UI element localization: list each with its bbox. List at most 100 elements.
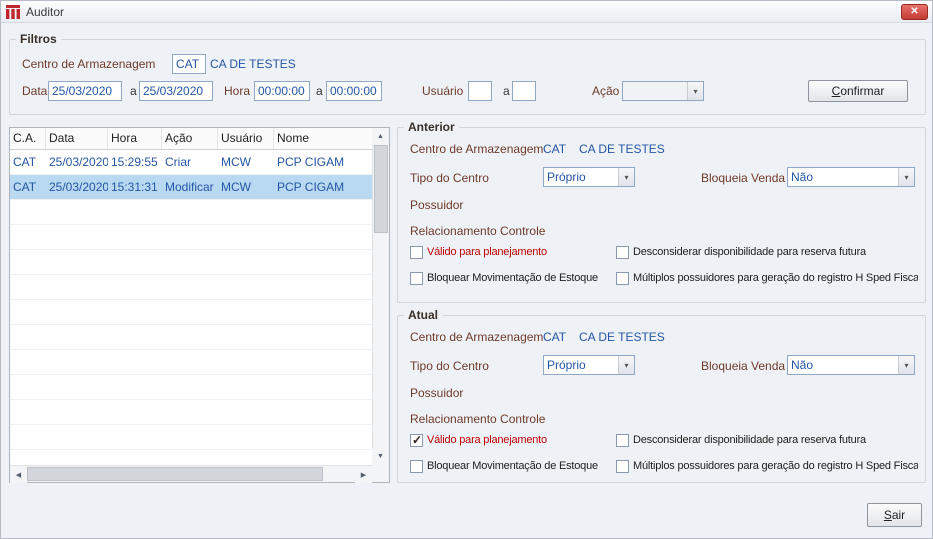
multiplos-possuidores-checkbox[interactable]: Múltiplos possuidores para geração do re… [616, 460, 918, 473]
empty-grid-row [10, 450, 372, 465]
checkbox-label: Válido para planejamento [427, 246, 547, 258]
column-header-hora[interactable]: Hora [108, 128, 162, 149]
centro-armazenagem-input[interactable] [172, 54, 206, 74]
cell-ca: CAT [13, 180, 37, 194]
range-separator: a [130, 84, 137, 98]
column-header-usuario[interactable]: Usuário [218, 128, 274, 149]
hora-from-input[interactable] [254, 81, 310, 101]
checkbox-box[interactable] [616, 460, 629, 473]
tipo-centro-select[interactable]: Próprio ▾ [543, 167, 635, 187]
column-header-data[interactable]: Data [46, 128, 108, 149]
checkbox-label: Múltiplos possuidores para geração do re… [633, 460, 918, 472]
tipo-centro-label: Tipo do Centro [410, 171, 489, 185]
vertical-scrollbar-thumb[interactable] [374, 145, 388, 233]
empty-grid-row [10, 250, 372, 275]
bloqueia-venda-select[interactable]: Não ▾ [787, 355, 915, 375]
bloqueia-venda-select[interactable]: Não ▾ [787, 167, 915, 187]
empty-grid-row [10, 200, 372, 225]
desconsiderar-disponibilidade-checkbox[interactable]: Desconsiderar disponibilidade para reser… [616, 434, 918, 447]
usuario-label: Usuário [422, 84, 464, 98]
chevron-down-icon: ▾ [618, 168, 634, 186]
table-row[interactable]: CAT 25/03/2020 15:31:31 Modificar MCW PC… [10, 175, 372, 200]
empty-grid-row [10, 425, 372, 450]
checkbox-label: Válido para planejamento [427, 434, 547, 446]
scroll-up-icon[interactable]: ▲ [372, 128, 389, 145]
cell-hora: 15:31:31 [111, 180, 158, 194]
cell-data: 25/03/2020 [49, 180, 108, 194]
tipo-centro-value: Próprio [547, 170, 586, 184]
tipo-centro-select[interactable]: Próprio ▾ [543, 355, 635, 375]
valido-planejamento-checkbox[interactable]: Válido para planejamento [410, 246, 547, 259]
relacionamento-controle-label: Relacionamento Controle [410, 412, 546, 426]
checkbox-box[interactable] [410, 433, 423, 447]
scroll-left-icon[interactable]: ◀ [10, 466, 27, 483]
bloqueia-venda-label: Bloqueia Venda [701, 359, 786, 373]
multiplos-possuidores-checkbox[interactable]: Múltiplos possuidores para geração do re… [616, 272, 918, 285]
centro-armazenagem-value: CAT [543, 142, 567, 156]
checkbox-label: Bloquear Movimentação de Estoque [427, 272, 598, 284]
bloqueia-venda-label: Bloqueia Venda [701, 171, 786, 185]
desconsiderar-disponibilidade-checkbox[interactable]: Desconsiderar disponibilidade para reser… [616, 246, 918, 259]
tipo-centro-value: Próprio [547, 358, 586, 372]
scroll-right-icon[interactable]: ▶ [355, 466, 372, 483]
centro-armazenagem-label: Centro de Armazenagem [410, 330, 544, 344]
table-row[interactable]: CAT 25/03/2020 15:29:55 Criar MCW PCP CI… [10, 150, 372, 175]
empty-grid-row [10, 350, 372, 375]
checkbox-box[interactable] [616, 272, 629, 285]
range-separator: a [503, 84, 510, 98]
cell-ca: CAT [13, 155, 37, 169]
window-title: Auditor [26, 4, 65, 19]
cell-data: 25/03/2020 [49, 155, 108, 169]
bloquear-movimentacao-checkbox[interactable]: Bloquear Movimentação de Estoque [410, 272, 598, 285]
column-header-nome[interactable]: Nome [274, 128, 372, 149]
scroll-down-icon[interactable]: ▼ [372, 448, 389, 465]
cell-acao: Modificar [165, 180, 214, 194]
filters-group: Filtros Centro de Armazenagem CA DE TEST… [9, 32, 926, 115]
cell-nome: PCP CIGAM [277, 180, 345, 194]
cell-usuario: MCW [221, 180, 251, 194]
possuidor-label: Possuidor [410, 386, 464, 400]
anterior-title: Anterior [404, 120, 459, 134]
horizontal-scrollbar-thumb[interactable] [27, 467, 323, 481]
bloquear-movimentacao-checkbox[interactable]: Bloquear Movimentação de Estoque [410, 460, 598, 473]
checkbox-box[interactable] [616, 246, 629, 259]
checkbox-box[interactable] [410, 246, 423, 259]
cell-nome: PCP CIGAM [277, 155, 345, 169]
auditor-window: Auditor ✕ Filtros Centro de Armazenagem … [0, 0, 933, 539]
scrollbar-corner [372, 465, 389, 482]
atual-title: Atual [404, 308, 442, 322]
horizontal-scrollbar[interactable]: ◀ ▶ [10, 465, 372, 483]
empty-grid-row [10, 325, 372, 350]
valido-planejamento-checkbox[interactable]: Válido para planejamento [410, 433, 547, 447]
column-header-acao[interactable]: Ação [162, 128, 218, 149]
exit-button[interactable]: Sair [867, 503, 922, 527]
centro-armazenagem-desc: CA DE TESTES [579, 330, 665, 344]
vertical-scrollbar[interactable]: ▲ ▼ [372, 128, 389, 465]
audit-grid: C.A. Data Hora Ação Usuário Nome CAT 25/… [9, 127, 390, 483]
checkbox-box[interactable] [410, 272, 423, 285]
close-button[interactable]: ✕ [901, 4, 928, 20]
column-header-ca[interactable]: C.A. [10, 128, 46, 149]
centro-armazenagem-desc: CA DE TESTES [579, 142, 665, 156]
data-from-input[interactable] [48, 81, 122, 101]
atual-group: Atual Centro de Armazenagem CAT CA DE TE… [397, 308, 926, 483]
confirm-button[interactable]: Confirmar [808, 80, 908, 102]
centro-armazenagem-desc: CA DE TESTES [210, 57, 296, 71]
grid-header: C.A. Data Hora Ação Usuário Nome [10, 128, 372, 150]
checkbox-box[interactable] [616, 434, 629, 447]
usuario-to-input[interactable] [512, 81, 536, 101]
hora-to-input[interactable] [326, 81, 382, 101]
hora-label: Hora [224, 84, 251, 98]
cell-hora: 15:29:55 [111, 155, 158, 169]
grid-body: CAT 25/03/2020 15:29:55 Criar MCW PCP CI… [10, 150, 372, 465]
acao-select[interactable]: ▾ [622, 81, 704, 101]
acao-label: Ação [592, 84, 620, 98]
checkbox-box[interactable] [410, 460, 423, 473]
confirm-button-label: Confirmar [831, 84, 885, 98]
bloqueia-venda-value: Não [791, 358, 814, 372]
centro-armazenagem-label: Centro de Armazenagem [410, 142, 544, 156]
cell-acao: Criar [165, 155, 191, 169]
data-to-input[interactable] [139, 81, 213, 101]
usuario-from-input[interactable] [468, 81, 492, 101]
range-separator: a [316, 84, 323, 98]
